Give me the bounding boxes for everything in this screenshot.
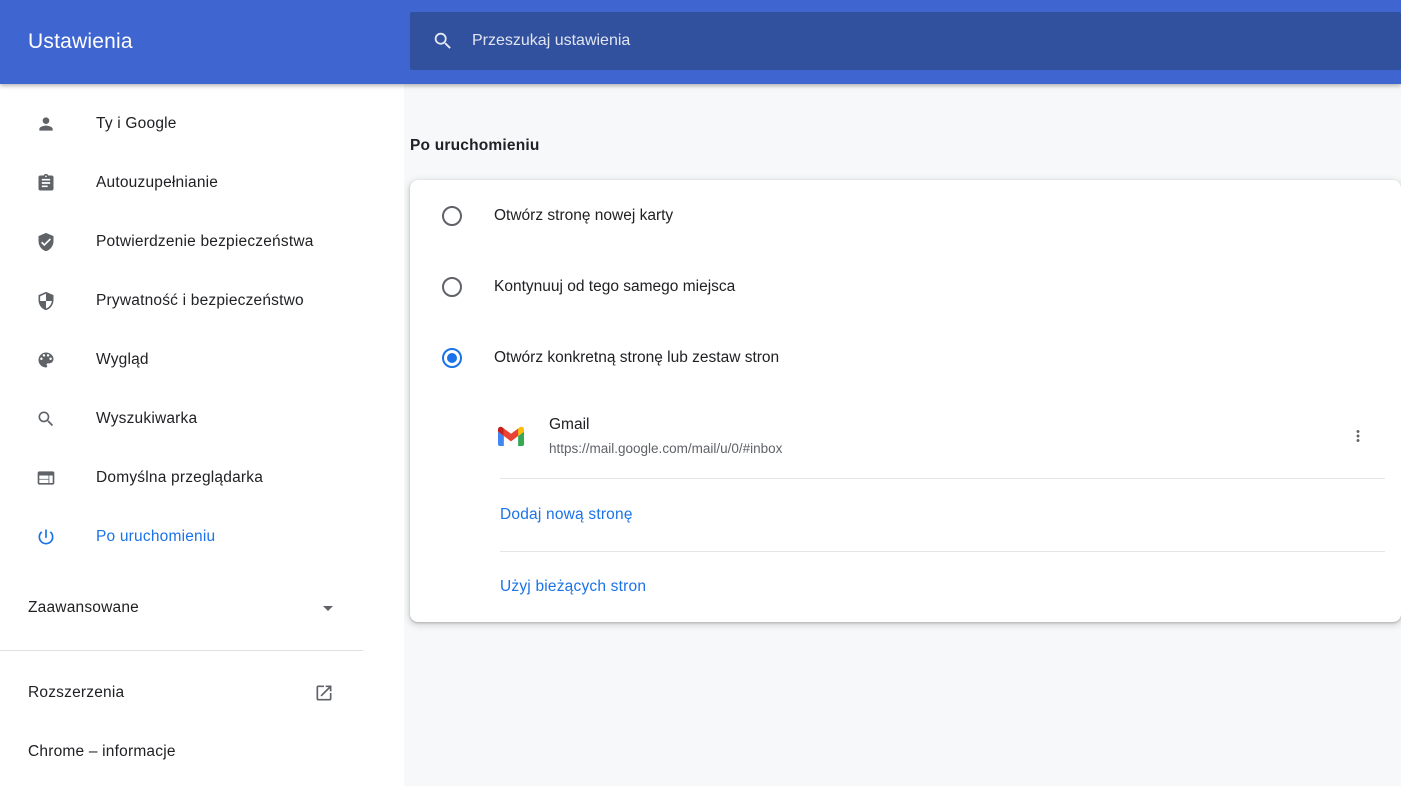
radio-option-open-new-tab[interactable]: Otwórz stronę nowej karty: [410, 180, 1401, 251]
app-header: Ustawienia: [0, 0, 1401, 84]
sidebar-item-label: Domyślna przeglądarka: [96, 469, 263, 487]
startup-page-more-button[interactable]: [1342, 420, 1374, 452]
sidebar-item-about-chrome[interactable]: Chrome – informacje: [0, 722, 404, 781]
sidebar-item-default-browser[interactable]: Domyślna przeglądarka: [0, 448, 404, 507]
advanced-label: Zaawansowane: [28, 599, 139, 617]
radio-button-unselected[interactable]: [442, 277, 462, 297]
sidebar-item-extensions[interactable]: Rozszerzenia: [0, 663, 404, 722]
search-input[interactable]: [472, 32, 1381, 50]
radio-button-selected[interactable]: [442, 348, 462, 368]
chevron-down-icon: [316, 596, 340, 620]
power-icon: [36, 527, 56, 547]
settings-search-bar[interactable]: [410, 12, 1401, 70]
radio-option-open-specific-pages[interactable]: Otwórz konkretną stronę lub zestaw stron: [410, 322, 1401, 393]
browser-window-icon: [36, 468, 56, 488]
section-title: Po uruchomieniu: [410, 137, 540, 155]
sidebar-item-you-and-google[interactable]: Ty i Google: [0, 94, 404, 153]
sidebar-item-privacy-security[interactable]: Prywatność i bezpieczeństwo: [0, 271, 404, 330]
page-title: Ustawienia: [28, 30, 133, 54]
add-new-page-row[interactable]: Dodaj nową stronę: [410, 479, 1401, 551]
use-current-pages-row[interactable]: Użyj bieżących stron: [410, 552, 1401, 622]
magnifier-icon: [36, 409, 56, 429]
add-new-page-link[interactable]: Dodaj nową stronę: [500, 506, 633, 524]
sidebar-item-safety-check[interactable]: Potwierdzenie bezpieczeństwa: [0, 212, 404, 271]
sidebar-item-label: Prywatność i bezpieczeństwo: [96, 292, 304, 310]
shield-half-icon: [36, 291, 56, 311]
sidebar-item-label: Wyszukiwarka: [96, 410, 197, 428]
clipboard-icon: [36, 173, 56, 193]
palette-icon: [36, 350, 56, 370]
startup-page-info: Gmail https://mail.google.com/mail/u/0/#…: [549, 416, 782, 456]
startup-page-row: Gmail https://mail.google.com/mail/u/0/#…: [410, 393, 1401, 478]
gmail-icon: [498, 426, 524, 446]
radio-button-unselected[interactable]: [442, 206, 462, 226]
sidebar-item-label: Wygląd: [96, 351, 149, 369]
sidebar-item-search-engine[interactable]: Wyszukiwarka: [0, 389, 404, 448]
sidebar-item-label: Ty i Google: [96, 115, 177, 133]
sidebar-item-label: Potwierdzenie bezpieczeństwa: [96, 233, 314, 251]
extensions-label: Rozszerzenia: [28, 684, 124, 702]
sidebar-advanced-toggle[interactable]: Zaawansowane: [0, 578, 404, 637]
shield-check-icon: [36, 232, 56, 252]
radio-option-label: Otwórz konkretną stronę lub zestaw stron: [494, 349, 779, 367]
startup-page-url: https://mail.google.com/mail/u/0/#inbox: [549, 441, 782, 456]
open-in-new-icon: [314, 683, 334, 703]
about-chrome-label: Chrome – informacje: [28, 743, 176, 761]
sidebar-divider: [0, 650, 363, 651]
kebab-menu-icon: [1349, 427, 1367, 445]
person-icon: [36, 114, 56, 134]
radio-option-label: Kontynuuj od tego samego miejsca: [494, 278, 735, 296]
sidebar-item-autofill[interactable]: Autouzupełnianie: [0, 153, 404, 212]
search-icon: [432, 30, 454, 52]
settings-sidebar: Ty i Google Autouzupełnianie Potwierdzen…: [0, 84, 404, 786]
sidebar-item-label: Po uruchomieniu: [96, 528, 215, 546]
radio-option-label: Otwórz stronę nowej karty: [494, 207, 673, 225]
sidebar-item-appearance[interactable]: Wygląd: [0, 330, 404, 389]
on-startup-card: Otwórz stronę nowej karty Kontynuuj od t…: [410, 180, 1401, 622]
startup-page-title: Gmail: [549, 416, 782, 434]
sidebar-item-label: Autouzupełnianie: [96, 174, 218, 192]
use-current-pages-link[interactable]: Użyj bieżących stron: [500, 578, 646, 596]
radio-option-continue-where-left-off[interactable]: Kontynuuj od tego samego miejsca: [410, 251, 1401, 322]
sidebar-item-on-startup[interactable]: Po uruchomieniu: [0, 507, 404, 566]
